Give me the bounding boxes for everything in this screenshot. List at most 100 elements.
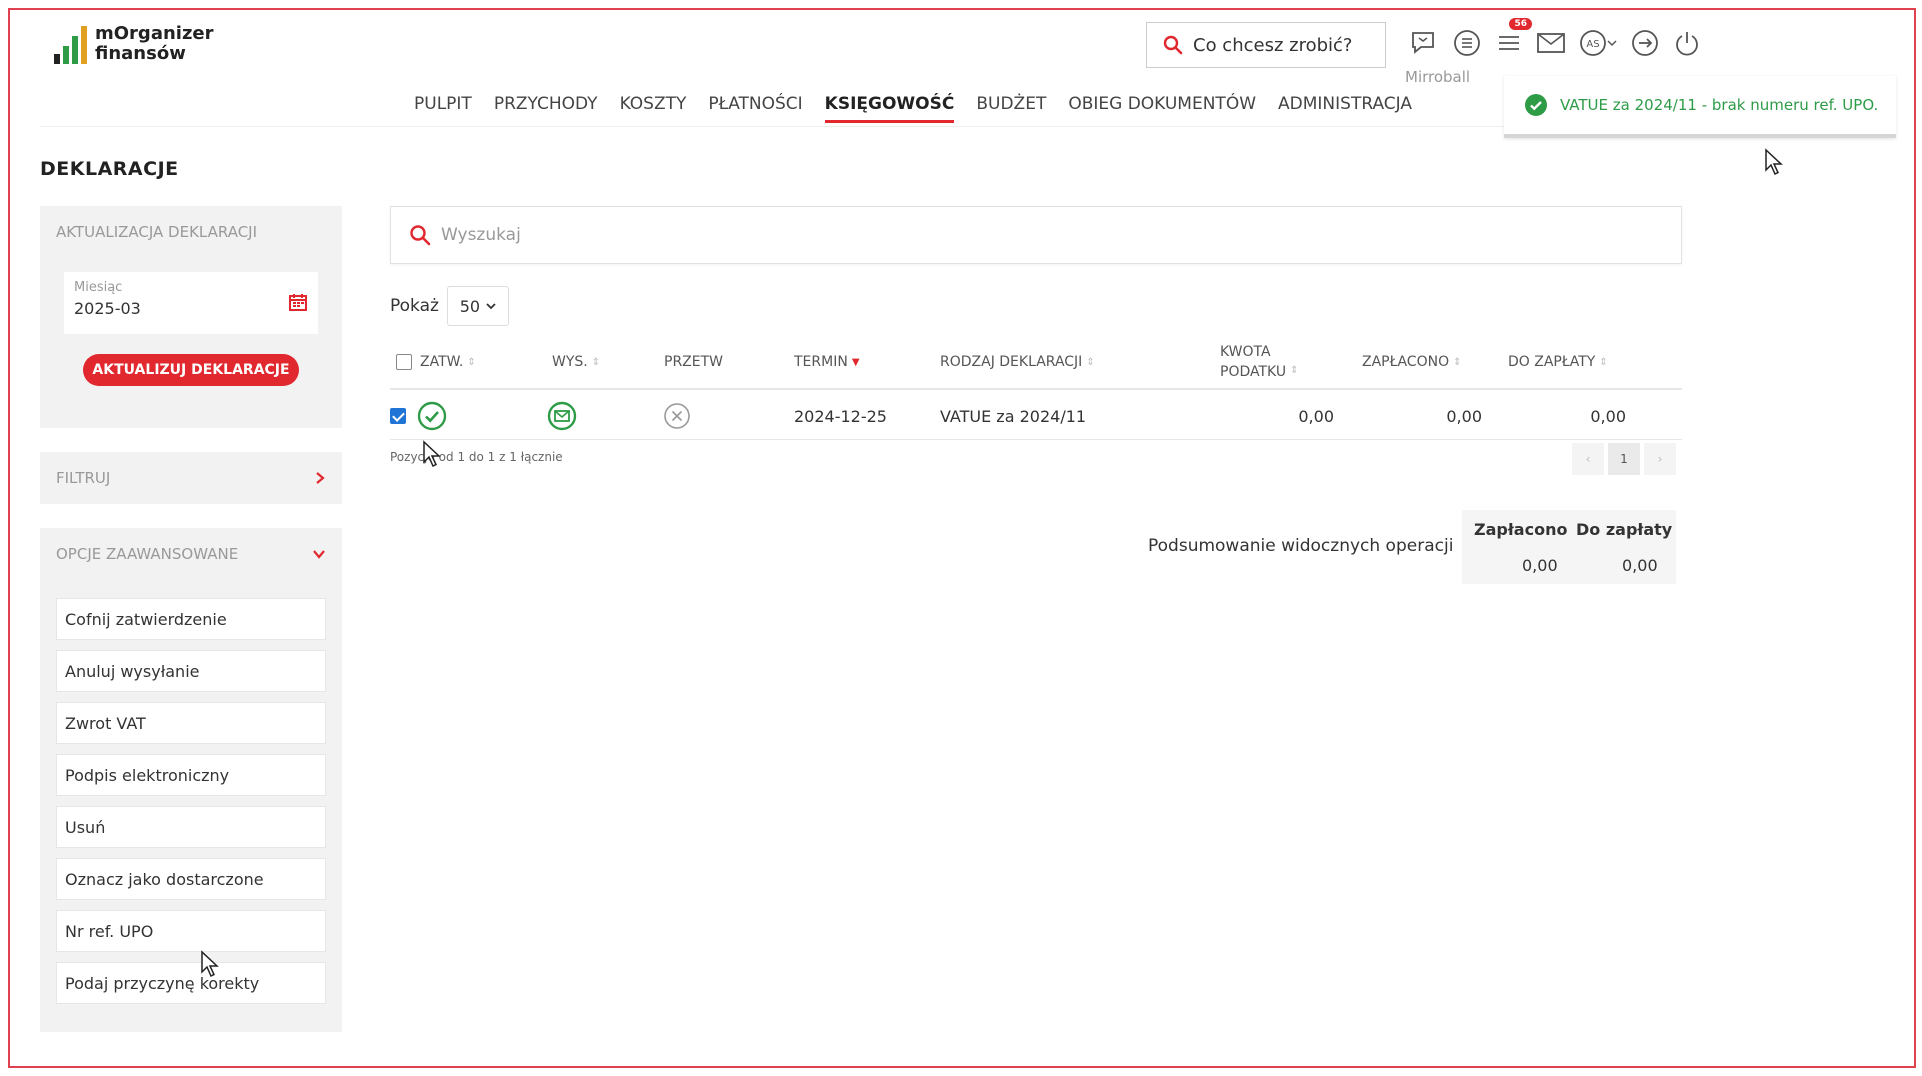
user-name-label: Mirroball [1405,68,1471,86]
option-mark-delivered[interactable]: Oznacz jako dostarczone [56,858,326,900]
update-declarations-button[interactable]: AKTUALIZUJ DEKLARACJE [83,354,299,386]
row-kwota: 0,00 [1298,406,1334,426]
chevron-down-icon [313,550,325,559]
toast-message: VATUE za 2024/11 - brak numeru ref. UPO. [1560,96,1879,114]
option-delete[interactable]: Usuń [56,806,326,848]
row-do-zaplaty: 0,00 [1590,406,1626,426]
summary-due-value: 0,00 [1622,556,1658,575]
summary-label: Podsumowanie widocznych operacji [1148,536,1454,556]
col-wys-label: WYS. [552,354,588,370]
advanced-options-list: Cofnij zatwierdzenie Anuluj wysyłanie Zw… [40,580,342,1026]
filter-title: FILTRUJ [56,469,111,487]
nav-item-pulpit[interactable]: PULPIT [414,94,472,123]
page-title: DEKLARACJE [40,158,179,180]
app-logo[interactable]: mOrganizer finansów [54,24,214,64]
filter-panel[interactable]: FILTRUJ [40,452,342,504]
search-placeholder: Wyszukaj [441,225,521,245]
summary-paid-value: 0,00 [1522,556,1558,575]
summary-due-header: Do zapłaty [1576,520,1673,539]
col-kwota[interactable]: KWOTA PODATKU ⇕ [1220,334,1298,390]
sort-icon: ⇕ [591,356,601,368]
advanced-options-header[interactable]: OPCJE ZAAWANSOWANE [40,528,342,580]
pager-next-button[interactable]: › [1644,443,1676,475]
page-size-select[interactable]: 50 [446,286,509,326]
option-upo-ref-number[interactable]: Nr ref. UPO [56,910,326,952]
summary-paid-header: Zapłacono [1474,520,1568,539]
pager-prev-button[interactable]: ‹ [1572,443,1604,475]
col-kwota-label: KWOTA PODATKU [1220,342,1286,382]
col-kwota-label-1: KWOTA [1220,344,1271,360]
user-avatar-icon[interactable]: AS [1576,26,1620,60]
table-row[interactable]: 2024-12-25 VATUE za 2024/11 0,00 0,00 0,… [390,392,1682,440]
notifications-list-icon[interactable]: 56 [1492,18,1532,60]
nav-item-koszty[interactable]: KOSZTY [620,94,687,123]
calendar-icon[interactable] [288,292,308,312]
select-all-checkbox[interactable] [396,354,412,370]
select-all-cell [396,334,412,390]
page-size-value: 50 [459,296,481,316]
sent-status-icon[interactable] [546,392,578,440]
col-rodzaj[interactable]: RODZAJ DEKLARACJI ⇕ [940,334,1095,390]
col-rodzaj-label: RODZAJ DEKLARACJI [940,354,1083,370]
chevron-down-icon [1607,40,1617,47]
col-wys[interactable]: WYS. ⇕ [552,334,600,390]
power-icon[interactable] [1670,26,1704,60]
approved-status-icon[interactable] [416,392,448,440]
quick-search-input[interactable]: Co chcesz zrobić? [1146,22,1386,68]
col-kwota-label-2: PODATKU [1220,364,1287,380]
logo-bars-icon [54,24,87,64]
nav-item-obieg-dokumentow[interactable]: OBIEG DOKUMENTÓW [1068,94,1256,123]
logout-icon[interactable] [1628,26,1662,60]
show-label: Pokaż [390,296,439,316]
mail-icon[interactable] [1534,26,1568,60]
mouse-cursor-icon [1765,148,1783,176]
mouse-cursor-icon [201,950,219,978]
success-toast[interactable]: VATUE za 2024/11 - brak numeru ref. UPO. [1504,76,1896,138]
option-correction-reason[interactable]: Podaj przyczynę korekty [56,962,326,1004]
logo-line-1: mOrganizer [95,23,214,44]
table-header: ZATW. ⇕ WYS. ⇕ PRZETW TERMIN ▼ RODZAJ DEKLA… [390,334,1682,390]
notification-badge: 56 [1509,18,1532,30]
logo-line-2: finansów [95,43,186,64]
pagination: ‹ 1 › [1572,443,1676,475]
row-checkbox[interactable] [390,408,406,424]
col-przetw-label: PRZETW [664,354,724,370]
update-panel-title: AKTUALIZACJA DEKLARACJI [56,223,258,241]
col-przetw[interactable]: PRZETW [664,334,723,390]
option-cancel-sending[interactable]: Anuluj wysyłanie [56,650,326,692]
update-declarations-panel: AKTUALIZACJA DEKLARACJI Miesiąc 2025-03 … [40,206,342,428]
nav-item-przychody[interactable]: PRZYCHODY [494,94,598,123]
pager-page-1[interactable]: 1 [1608,443,1640,475]
option-vat-refund[interactable]: Zwrot VAT [56,702,326,744]
table-info: Pozycje od 1 do 1 z 1 łącznie [390,450,563,464]
col-do-zaplaty-label: DO ZAPŁATY [1508,354,1596,370]
nav-item-platnosci[interactable]: PŁATNOŚCI [708,94,802,123]
filter-header[interactable]: FILTRUJ [40,452,342,504]
row-rodzaj[interactable]: VATUE za 2024/11 [940,392,1086,440]
list-circle-icon[interactable] [1450,26,1484,60]
chat-icon[interactable] [1408,26,1442,60]
advanced-options-panel: OPCJE ZAAWANSOWANE Cofnij zatwierdzenie … [40,528,342,1032]
nav-item-administracja[interactable]: ADMINISTRACJA [1278,94,1412,123]
processed-status-icon[interactable] [662,392,692,440]
quick-search-text: Co chcesz zrobić? [1193,34,1353,56]
row-checkbox-cell [390,392,406,440]
col-termin[interactable]: TERMIN ▼ [794,334,860,390]
nav-item-budzet[interactable]: BUDŻET [976,94,1046,123]
header-divider [40,126,1680,127]
col-zatw[interactable]: ZATW. ⇕ [420,334,476,390]
summary-box: Zapłacono Do zapłaty 0,00 0,00 [1462,510,1676,584]
month-field[interactable]: Miesiąc 2025-03 [64,272,318,334]
row-termin: 2024-12-25 [794,406,887,426]
declarations-search-input[interactable]: Wyszukaj [390,206,1682,264]
col-zaplacono[interactable]: ZAPŁACONO ⇕ [1362,334,1462,390]
update-panel-header: AKTUALIZACJA DEKLARACJI [40,206,342,258]
mouse-cursor-icon [423,440,441,468]
nav-item-ksiegowosc[interactable]: KSIĘGOWOŚĆ [824,94,955,123]
col-do-zaplaty[interactable]: DO ZAPŁATY ⇕ [1508,334,1608,390]
option-electronic-signature[interactable]: Podpis elektroniczny [56,754,326,796]
sort-icon: ⇕ [1290,365,1299,376]
chevron-right-icon [316,472,325,484]
sort-desc-icon: ▼ [851,356,860,368]
option-undo-approval[interactable]: Cofnij zatwierdzenie [56,598,326,640]
